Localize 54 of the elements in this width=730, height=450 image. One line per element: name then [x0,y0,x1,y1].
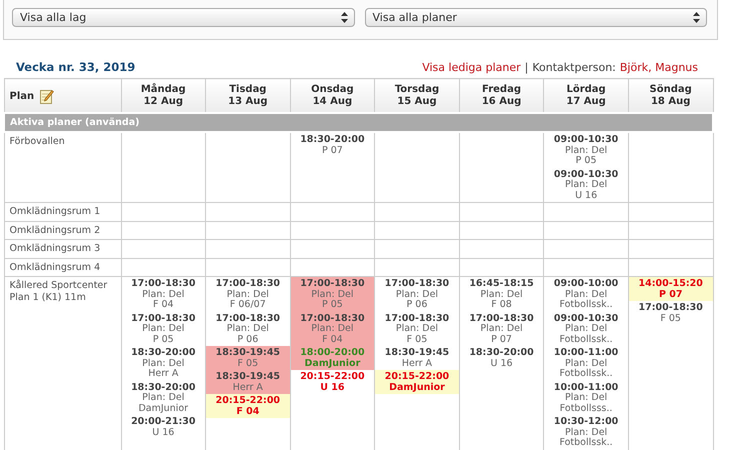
dropdown[interactable]: Visa alla lag [12,8,354,27]
booking[interactable]: 20:15-22:00 F 04 [206,394,290,418]
booking[interactable]: 17:00-18:30 Plan: Del P 06 [206,312,290,346]
booking[interactable]: 09:00-10:30 Plan: Del Fotbollssk.. [544,312,628,346]
plan-name: Omklädningsrum 1 [10,206,100,217]
booking[interactable]: 09:00-10:00 Plan: Del Fotbollssk.. [544,277,628,312]
booking[interactable]: 17:00-18:30 Plan: Del F 04 [122,277,206,312]
booking[interactable]: 20:15-22:00 DamJunior [375,370,459,394]
booking[interactable]: 18:30-19:45 Herr A [206,370,290,394]
column-header: Plan [10,90,34,102]
booking[interactable]: 17:00-18:30 Plan: Del F 05 [375,312,459,346]
day-header: Fredag 16 Aug [480,84,522,108]
booking[interactable]: 10:30-12:00 Plan: Del Fotbollssk.. [544,415,628,450]
booking[interactable]: 18:30-19:45 Herr A [375,346,459,370]
up-down-arrows-icon [340,12,348,23]
edit-icon[interactable] [40,88,54,104]
booking[interactable]: 20:00-21:30 U 16 [122,415,206,439]
booking[interactable]: 18:30-19:45 F 05 [206,346,290,370]
plan-name: Omklädningsrum 3 [10,243,100,254]
plan-name: Omklädningsrum 4 [10,262,100,272]
plan-name: Kållered Sportcenter Plan 1 (K1) 11m [10,280,108,302]
day-header: Tisdag 13 Aug [227,84,269,108]
free-plans-link[interactable]: Visa lediga planer [422,61,521,74]
contact-link[interactable]: Björk, Magnus [620,61,698,74]
booking[interactable]: 17:00-18:30 Plan: Del F 06/07 [206,277,290,312]
booking[interactable]: 17:00-18:30 Plan: Del P 05 [122,312,206,346]
booking[interactable]: 09:00-10:30 Plan: Del P 05 [544,133,628,168]
day-header: Torsdag 15 Aug [394,84,440,108]
booking[interactable]: 16:45-18:15 Plan: Del F 08 [460,277,544,312]
section-header: Aktiva planer (använda) [4,113,713,132]
booking[interactable]: 20:15-22:00 U 16 [290,370,374,394]
booking[interactable]: 17:00-18:30 F 05 [628,301,712,325]
dropdown[interactable]: Visa alla planer [364,8,707,27]
booking[interactable]: 18:30-20:00 Plan: Del DamJunior [122,380,206,415]
booking[interactable]: 09:00-10:30 Plan: Del U 16 [544,168,628,202]
contact-label: Kontaktperson: [532,61,616,74]
plan-name: Omklädningsrum 2 [10,224,100,236]
booking[interactable]: 18:30-20:00 Plan: Del Herr A [122,346,206,380]
booking[interactable]: 10:00-11:00 Plan: Del Fotbollsss.. [544,380,628,415]
separator: | [524,61,528,74]
day-header: Måndag 12 Aug [140,84,187,108]
day-header: Söndag 18 Aug [648,84,693,108]
day-header: Lördag 17 Aug [565,84,607,108]
week-title: Vecka nr. 33, 2019 [16,60,136,74]
booking[interactable]: 17:00-18:30 Plan: Del F 04 [290,312,374,346]
day-header: Onsdag 14 Aug [310,84,355,108]
booking[interactable]: 14:00-15:20 P 07 [628,277,712,301]
booking[interactable]: 17:00-18:30 Plan: Del P 06 [375,277,459,312]
up-down-arrows-icon [693,12,700,23]
booking[interactable]: 18:30-20:00 U 16 [460,346,544,370]
booking[interactable]: 17:00-18:30 Plan: Del P 05 [290,277,374,312]
booking[interactable]: 10:00-11:00 Plan: Del Fotbollssk.. [544,346,628,380]
plan-name: Förbovallen [10,136,65,147]
booking[interactable]: 17:00-18:30 Plan: Del P 07 [460,312,544,346]
